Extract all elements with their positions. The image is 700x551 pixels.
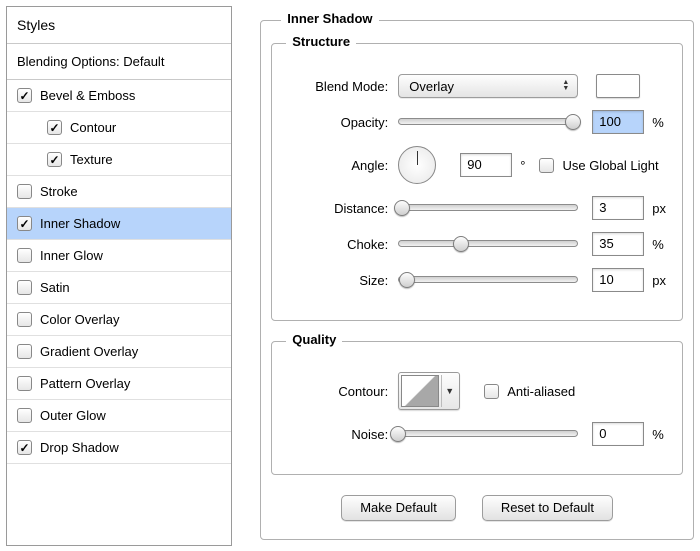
global-light-label: Use Global Light <box>562 158 658 173</box>
choke-label: Choke: <box>288 237 398 252</box>
inner-shadow-group: Inner Shadow Structure Blend Mode: Overl… <box>260 20 694 540</box>
blending-options-row[interactable]: Blending Options: Default <box>7 44 231 80</box>
distance-unit: px <box>652 201 666 216</box>
sidebar-item-bevel-emboss[interactable]: Bevel & Emboss <box>7 80 231 112</box>
checkbox[interactable] <box>47 120 62 135</box>
sidebar-item-color-overlay[interactable]: Color Overlay <box>7 304 231 336</box>
checkbox[interactable] <box>17 248 32 263</box>
sidebar-item-label: Pattern Overlay <box>40 376 130 391</box>
sidebar-item-stroke[interactable]: Stroke <box>7 176 231 208</box>
blend-mode-select[interactable]: Overlay ▲▼ <box>398 74 578 98</box>
chevron-down-icon: ▼ <box>441 375 457 407</box>
sidebar-item-pattern-overlay[interactable]: Pattern Overlay <box>7 368 231 400</box>
styles-sidebar: Styles Blending Options: Default Bevel &… <box>6 6 232 546</box>
checkbox[interactable] <box>17 440 32 455</box>
contour-label: Contour: <box>288 384 398 399</box>
antialias-label: Anti-aliased <box>507 384 575 399</box>
checkbox[interactable] <box>17 88 32 103</box>
opacity-slider[interactable] <box>398 114 578 130</box>
contour-picker[interactable]: ▼ <box>398 372 460 410</box>
sidebar-item-label: Texture <box>70 152 113 167</box>
sidebar-item-inner-shadow[interactable]: Inner Shadow <box>7 208 231 240</box>
sidebar-item-label: Color Overlay <box>40 312 119 327</box>
sidebar-item-label: Contour <box>70 120 116 135</box>
antialias-checkbox[interactable] <box>484 384 499 399</box>
blend-mode-label: Blend Mode: <box>288 79 398 94</box>
sidebar-item-label: Stroke <box>40 184 78 199</box>
size-label: Size: <box>288 273 398 288</box>
opacity-label: Opacity: <box>288 115 398 130</box>
checkbox[interactable] <box>17 280 32 295</box>
reset-default-button[interactable]: Reset to Default <box>482 495 613 521</box>
sidebar-item-label: Inner Glow <box>40 248 103 263</box>
sidebar-item-drop-shadow[interactable]: Drop Shadow <box>7 432 231 464</box>
choke-unit: % <box>652 237 664 252</box>
sidebar-item-outer-glow[interactable]: Outer Glow <box>7 400 231 432</box>
angle-input[interactable]: 90 <box>460 153 512 177</box>
noise-slider[interactable] <box>398 426 578 442</box>
checkbox[interactable] <box>47 152 62 167</box>
quality-title: Quality <box>286 332 342 347</box>
structure-group: Structure Blend Mode: Overlay ▲▼ Opacity… <box>271 43 683 321</box>
global-light-checkbox[interactable] <box>539 158 554 173</box>
contour-swatch-icon <box>401 375 439 407</box>
checkbox[interactable] <box>17 216 32 231</box>
choke-slider[interactable] <box>398 236 578 252</box>
sidebar-item-label: Bevel & Emboss <box>40 88 135 103</box>
opacity-input[interactable]: 100 <box>592 110 644 134</box>
sidebar-item-label: Inner Shadow <box>40 216 120 231</box>
sidebar-item-label: Satin <box>40 280 70 295</box>
shadow-color-swatch[interactable] <box>596 74 640 98</box>
structure-title: Structure <box>286 34 356 49</box>
angle-dial[interactable] <box>398 146 436 184</box>
angle-unit: ° <box>520 158 525 173</box>
sidebar-item-label: Gradient Overlay <box>40 344 138 359</box>
sidebar-item-label: Outer Glow <box>40 408 106 423</box>
checkbox[interactable] <box>17 344 32 359</box>
size-slider[interactable] <box>398 272 578 288</box>
choke-input[interactable]: 35 <box>592 232 644 256</box>
checkbox[interactable] <box>17 312 32 327</box>
opacity-unit: % <box>652 115 664 130</box>
blend-mode-value: Overlay <box>409 79 454 94</box>
sidebar-item-gradient-overlay[interactable]: Gradient Overlay <box>7 336 231 368</box>
size-input[interactable]: 10 <box>592 268 644 292</box>
sidebar-item-inner-glow[interactable]: Inner Glow <box>7 240 231 272</box>
noise-label: Noise: <box>288 427 398 442</box>
sidebar-title: Styles <box>7 7 231 44</box>
chevron-updown-icon: ▲▼ <box>562 80 569 92</box>
panel-title: Inner Shadow <box>281 11 378 26</box>
size-unit: px <box>652 273 666 288</box>
distance-input[interactable]: 3 <box>592 196 644 220</box>
noise-input[interactable]: 0 <box>592 422 644 446</box>
checkbox[interactable] <box>17 376 32 391</box>
angle-label: Angle: <box>288 158 398 173</box>
checkbox[interactable] <box>17 184 32 199</box>
noise-unit: % <box>652 427 664 442</box>
sidebar-item-texture[interactable]: Texture <box>7 144 231 176</box>
sidebar-item-label: Drop Shadow <box>40 440 119 455</box>
sidebar-item-contour[interactable]: Contour <box>7 112 231 144</box>
quality-group: Quality Contour: ▼ Anti-aliased Noise: <box>271 341 683 475</box>
checkbox[interactable] <box>17 408 32 423</box>
sidebar-item-satin[interactable]: Satin <box>7 272 231 304</box>
distance-label: Distance: <box>288 201 398 216</box>
make-default-button[interactable]: Make Default <box>341 495 456 521</box>
distance-slider[interactable] <box>398 200 578 216</box>
main-panel: Inner Shadow Structure Blend Mode: Overl… <box>232 0 700 546</box>
